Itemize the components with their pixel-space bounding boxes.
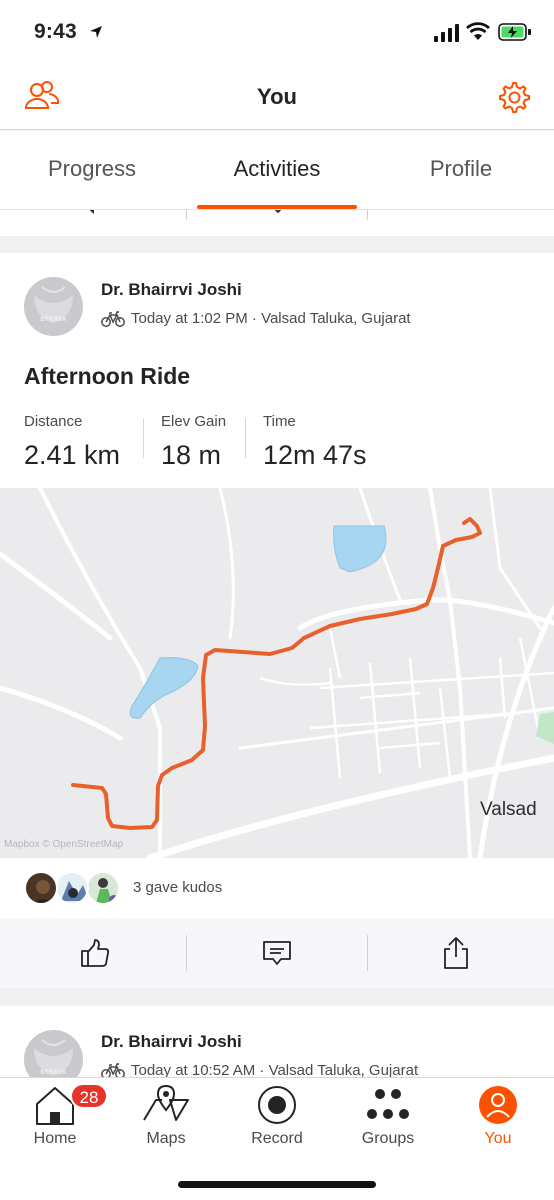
map-icon <box>143 1084 189 1121</box>
stat-value: 12m 47s <box>263 440 367 470</box>
wifi-icon <box>466 22 490 40</box>
nav-header: You <box>0 66 554 130</box>
stat-divider <box>245 418 246 458</box>
activity-meta-text: Today at 10:52 AM · Valsad Taluka, Gujar… <box>131 1062 419 1078</box>
stat-divider <box>143 418 144 458</box>
kudos-count: 3 gave kudos <box>133 879 223 896</box>
share-icon[interactable] <box>444 210 468 216</box>
tab-you[interactable]: You <box>443 1078 553 1158</box>
tab-label: You <box>484 1130 512 1147</box>
kudos-row[interactable]: 3 gave kudos <box>0 858 554 918</box>
gear-icon[interactable] <box>496 80 530 114</box>
stat-value: 2.41 km <box>24 440 121 470</box>
page-title: You <box>257 84 297 109</box>
profile-icon <box>479 1086 517 1124</box>
activity-meta: Today at 1:02 PM · Valsad Taluka, Gujara… <box>101 310 411 327</box>
comment-icon[interactable] <box>264 210 290 216</box>
stat-label: Elev Gain <box>161 413 227 430</box>
bike-icon <box>101 310 125 327</box>
stat-label: Time <box>263 413 296 430</box>
tab-label: Groups <box>361 1130 415 1147</box>
kudo-avatar <box>55 871 89 905</box>
stat-elev-gain: Elev Gain 18 m <box>161 413 226 471</box>
kudo-avatar <box>86 871 120 905</box>
avatar-silhouette-icon <box>24 277 83 336</box>
share-icon <box>444 937 468 969</box>
bike-icon <box>101 1062 125 1078</box>
action-divider <box>186 935 187 971</box>
activity-meta-text: Today at 1:02 PM · Valsad Taluka, Gujara… <box>131 310 411 327</box>
comment-icon[interactable] <box>82 210 108 216</box>
avatar[interactable]: STRAVA <box>24 1030 83 1078</box>
next-activity-card[interactable]: STRAVA Dr. Bhairrvi Joshi Today at 10:52… <box>0 1006 554 1078</box>
avatar-logo-text: STRAVA <box>40 317 67 323</box>
avatar[interactable]: STRAVA <box>24 277 83 336</box>
action-divider <box>367 935 368 971</box>
route-map[interactable]: Valsad Mapbox © OpenStreetMap <box>0 488 554 858</box>
location-arrow-icon <box>90 26 102 38</box>
cellular-signal-icon <box>434 24 459 42</box>
avatar-logo-text: STRAVA <box>40 1070 67 1076</box>
athlete-name[interactable]: Dr. Bhairrvi Joshi <box>101 1032 242 1052</box>
tab-activities[interactable]: Activities <box>185 156 369 182</box>
stat-value: 18 m <box>161 440 222 470</box>
record-icon <box>258 1086 296 1124</box>
map-place-label: Valsad <box>480 799 537 820</box>
tab-progress[interactable]: Progress <box>0 156 184 182</box>
map-graphic <box>0 488 554 858</box>
stat-distance: Distance 2.41 km <box>24 413 120 471</box>
active-tab-indicator <box>197 205 357 209</box>
tab-profile[interactable]: Profile <box>369 156 553 182</box>
thumbs-up-icon <box>81 939 110 967</box>
bottom-tab-bar: 28 Home Maps Record Groups You <box>0 1077 554 1200</box>
athlete-name[interactable]: Dr. Bhairrvi Joshi <box>101 280 242 300</box>
notification-badge: 28 <box>70 1083 108 1109</box>
activity-meta: Today at 10:52 AM · Valsad Taluka, Gujar… <box>101 1062 418 1078</box>
tab-label: Home <box>33 1130 77 1147</box>
activity-title[interactable]: Afternoon Ride <box>24 363 190 390</box>
share-button[interactable] <box>436 935 476 971</box>
tab-label: Maps <box>146 1130 186 1147</box>
kudo-avatar <box>24 871 58 905</box>
comment-button[interactable] <box>257 935 297 971</box>
home-indicator <box>178 1181 376 1188</box>
stat-time: Time 12m 47s <box>263 413 367 471</box>
kudos-button[interactable] <box>75 935 115 971</box>
battery-charging-icon <box>498 23 531 41</box>
previous-card-actions <box>0 210 554 236</box>
tab-home[interactable]: 28 Home <box>0 1078 110 1158</box>
activity-card[interactable]: STRAVA Dr. Bhairrvi Joshi Today at 1:02 … <box>0 253 554 988</box>
stat-label: Distance <box>24 413 83 430</box>
tab-record[interactable]: Record <box>222 1078 332 1158</box>
tab-label: Record <box>251 1130 303 1147</box>
activity-actions <box>0 918 554 988</box>
segmented-tabs: Progress Activities Profile <box>0 131 554 210</box>
status-bar: 9:43 <box>0 0 554 66</box>
status-time: 9:43 <box>34 20 77 43</box>
tab-groups[interactable]: Groups <box>333 1078 443 1158</box>
comment-icon <box>263 941 291 965</box>
map-attribution[interactable]: Mapbox © OpenStreetMap <box>4 839 123 850</box>
groups-icon <box>367 1089 409 1119</box>
tab-maps[interactable]: Maps <box>111 1078 221 1158</box>
